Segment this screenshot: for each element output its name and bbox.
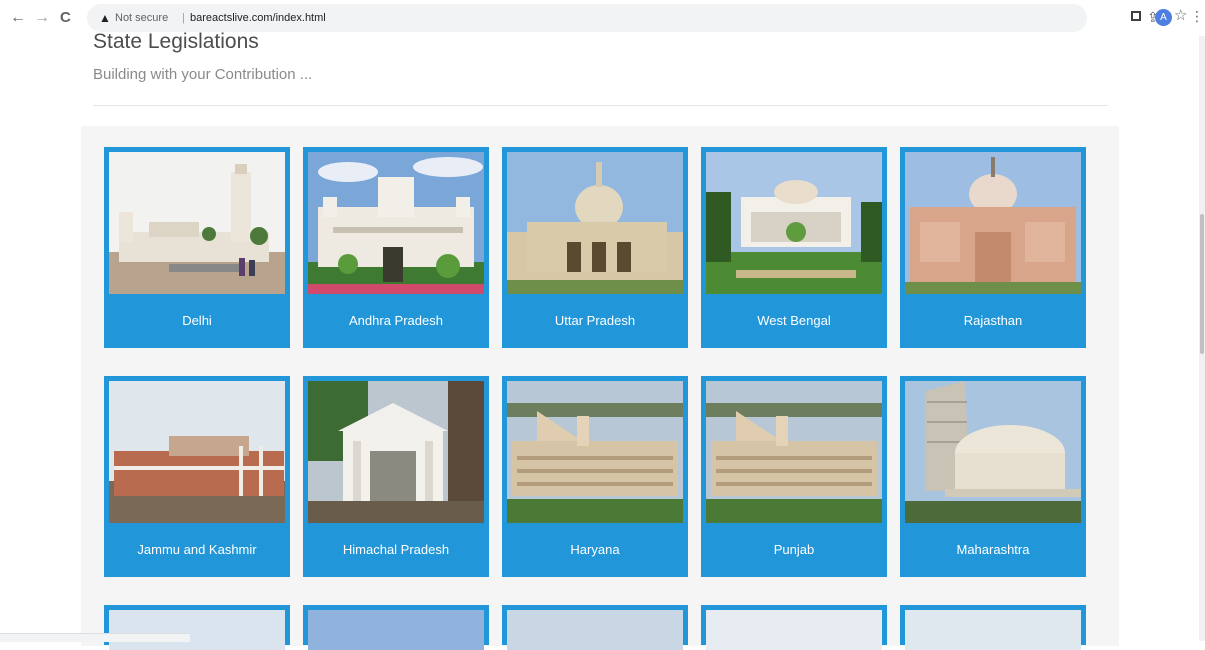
haryana-assembly-photo	[507, 381, 683, 523]
profile-avatar[interactable]: A	[1155, 9, 1172, 26]
punjab-assembly-photo	[706, 381, 882, 523]
state-card-label[interactable]: Jammu and Kashmir	[107, 526, 287, 574]
andhra-pradesh-assembly-photo	[308, 152, 484, 294]
state-card-uttar-pradesh[interactable]: Uttar Pradesh	[502, 147, 688, 348]
side-panel-icon[interactable]	[1131, 11, 1141, 21]
state-card-label[interactable]: Delhi	[107, 297, 287, 345]
kebab-menu-icon[interactable]: ⋮	[1190, 8, 1204, 25]
scrollbar-thumb[interactable]	[1200, 214, 1204, 354]
state-card-label[interactable]: Rajasthan	[903, 297, 1083, 345]
state-card-label[interactable]: Haryana	[505, 526, 685, 574]
jammu-kashmir-assembly-photo	[109, 381, 285, 523]
state-card-jammu-and-kashmir[interactable]: Jammu and Kashmir	[104, 376, 290, 577]
assembly-photo	[109, 610, 285, 650]
page-title: State Legislations	[93, 30, 259, 53]
state-card-andhra-pradesh[interactable]: Andhra Pradesh	[303, 147, 489, 348]
state-card-maharashtra[interactable]: Maharashtra	[900, 376, 1086, 577]
assembly-photo	[905, 610, 1081, 650]
state-card-row3-4[interactable]	[701, 605, 887, 650]
state-card-label[interactable]: West Bengal	[704, 297, 884, 345]
state-card-west-bengal[interactable]: West Bengal	[701, 147, 887, 348]
west-bengal-assembly-photo	[706, 152, 882, 294]
maharashtra-assembly-photo	[905, 381, 1081, 523]
state-card-label[interactable]: Punjab	[704, 526, 884, 574]
assembly-photo	[507, 610, 683, 650]
uttar-pradesh-assembly-photo	[507, 152, 683, 294]
state-card-rajasthan[interactable]: Rajasthan	[900, 147, 1086, 348]
back-icon[interactable]: ←	[10, 8, 26, 28]
state-card-haryana[interactable]: Haryana	[502, 376, 688, 577]
himachal-pradesh-assembly-photo	[308, 381, 484, 523]
page-scrollbar[interactable]	[1199, 36, 1205, 641]
forward-icon[interactable]: →	[34, 8, 50, 28]
state-card-label[interactable]: Himachal Pradesh	[306, 526, 486, 574]
assembly-photo	[308, 610, 484, 650]
bookmark-star-icon[interactable]: ☆	[1174, 8, 1187, 24]
state-card-label[interactable]: Andhra Pradesh	[306, 297, 486, 345]
warning-icon[interactable]: ▲	[99, 4, 111, 32]
security-label[interactable]: Not secure	[115, 4, 168, 32]
state-card-himachal-pradesh[interactable]: Himachal Pradesh	[303, 376, 489, 577]
divider	[93, 105, 1108, 106]
address-bar[interactable]: ▲ Not secure | bareactslive.com/index.ht…	[87, 4, 1087, 32]
assembly-photo	[706, 610, 882, 650]
state-card-row3-3[interactable]	[502, 605, 688, 650]
state-card-punjab[interactable]: Punjab	[701, 376, 887, 577]
delhi-assembly-photo	[109, 152, 285, 294]
reload-icon[interactable]: C	[60, 8, 71, 28]
state-card-delhi[interactable]: Delhi	[104, 147, 290, 348]
state-card-label[interactable]: Uttar Pradesh	[505, 297, 685, 345]
url-text[interactable]: bareactslive.com/index.html	[190, 4, 326, 32]
page-subtitle: Building with your Contribution ...	[93, 66, 313, 83]
rajasthan-assembly-photo	[905, 152, 1081, 294]
state-card-row3-2[interactable]	[303, 605, 489, 650]
state-card-row3-5[interactable]	[900, 605, 1086, 650]
url-separator: |	[182, 12, 185, 24]
state-card-label[interactable]: Maharashtra	[903, 526, 1083, 574]
